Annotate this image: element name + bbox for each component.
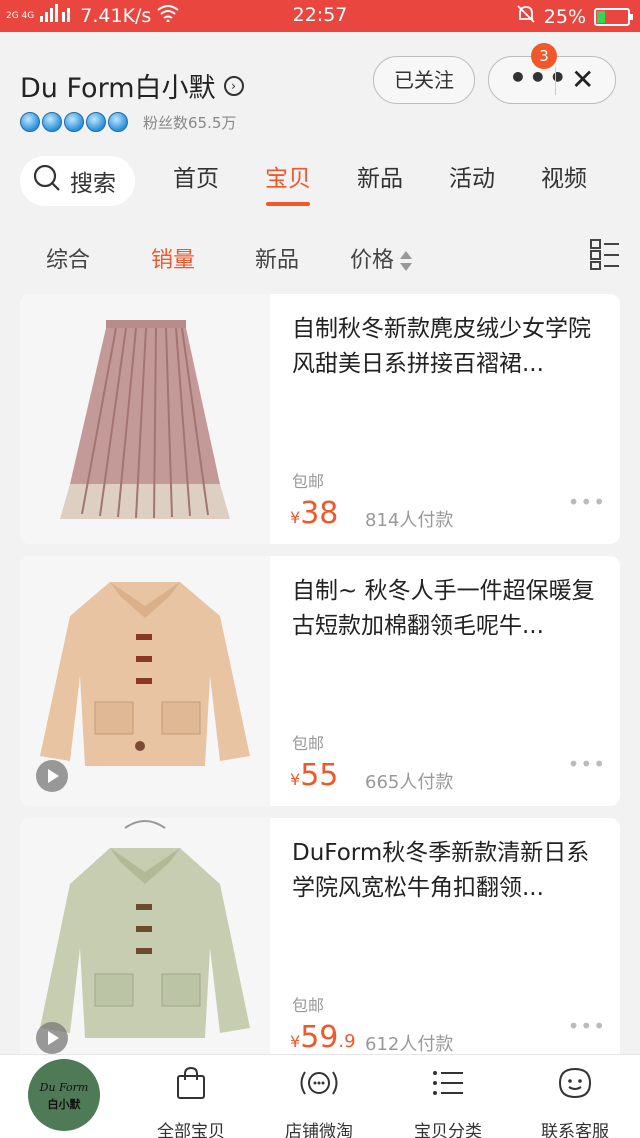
sort-sales[interactable]: 销量 (151, 242, 195, 274)
nav-label: 全部宝贝 (157, 1122, 225, 1138)
list-icon (393, 1063, 503, 1103)
crown-icon (108, 112, 128, 132)
more-options-icon[interactable]: ••• (568, 1014, 606, 1038)
nav-shop-feed[interactable]: 店铺微淘 (264, 1063, 374, 1138)
tab-new[interactable]: 新品 (334, 156, 426, 206)
chevron-right-icon: › (223, 75, 244, 96)
tab-videos[interactable]: 视频 (518, 156, 610, 206)
product-title[interactable]: DuForm秋冬季新款清新日系学院风宽松牛角扣翻领... (292, 836, 598, 906)
shop-name: Du Form白小默 (20, 73, 216, 104)
logo-line-2: 白小默 (47, 1098, 81, 1111)
customer-service-icon (520, 1063, 630, 1103)
tab-activities[interactable]: 活动 (426, 156, 518, 206)
sort-bar: 综合 销量 新品 价格 (0, 224, 640, 288)
nav-label: 联系客服 (541, 1122, 609, 1138)
sort-arrows-icon (400, 250, 413, 272)
shop-logo[interactable]: Du Form 白小默 (28, 1059, 100, 1131)
search-button[interactable]: 搜索 (20, 156, 135, 206)
product-card[interactable]: 自制~ 秋冬人手一件超保暖复古短款加棉翻领毛呢牛... 包邮 ¥55 665人付… (20, 556, 620, 806)
product-image[interactable] (20, 556, 270, 806)
product-image[interactable] (20, 294, 270, 544)
nav-all-products[interactable]: 全部宝贝 (136, 1063, 246, 1138)
divider (555, 67, 556, 95)
mini-program-capsule: ••• 3 ✕ (488, 43, 616, 104)
battery-icon (594, 7, 633, 26)
sold-count: 612人付款 (365, 1034, 454, 1055)
search-icon (32, 163, 62, 199)
nav-categories[interactable]: 宝贝分类 (393, 1063, 503, 1138)
shop-name-link[interactable]: Du Form白小默 › (20, 66, 244, 105)
nav-label: 宝贝分类 (414, 1122, 482, 1138)
shop-tabs: 首页 宝贝 新品 活动 视频 (150, 156, 610, 206)
crown-icon (42, 112, 62, 132)
fans-count: 粉丝数65.5万 (143, 114, 237, 132)
sort-price[interactable]: 价格 (350, 242, 413, 274)
more-options-icon[interactable]: ••• (568, 752, 606, 776)
seller-rating (20, 112, 128, 132)
status-bar: 2G 4G 7.41K/s 22:57 25% (0, 0, 640, 32)
battery-percent: 25% (543, 5, 586, 28)
product-price: ¥38 (290, 496, 339, 531)
crown-icon (20, 112, 40, 132)
shipping-tag: 包邮 (292, 734, 325, 753)
sold-count: 814人付款 (365, 510, 454, 531)
shipping-tag: 包邮 (292, 996, 325, 1015)
follow-button[interactable]: 已关注 (373, 56, 475, 104)
logo-line-1: Du Form (39, 1081, 89, 1094)
product-card[interactable]: DuForm秋冬季新款清新日系学院风宽松牛角扣翻领... 包邮 ¥59.9 61… (20, 818, 620, 1068)
sort-price-label: 价格 (350, 248, 395, 273)
product-title[interactable]: 自制秋冬新款麂皮绒少女学院风甜美日系拼接百褶裙... (292, 312, 598, 382)
nav-customer-service[interactable]: 联系客服 (520, 1063, 630, 1138)
notification-badge: 3 (531, 43, 557, 69)
grid-list-toggle-icon[interactable] (590, 238, 620, 270)
product-price: ¥59.9 (290, 1020, 356, 1055)
sort-new[interactable]: 新品 (255, 242, 299, 274)
broadcast-icon (264, 1063, 374, 1103)
product-title[interactable]: 自制~ 秋冬人手一件超保暖复古短款加棉翻领毛呢牛... (292, 574, 598, 644)
crown-icon (64, 112, 84, 132)
sold-count: 665人付款 (365, 772, 454, 793)
more-menu-icon[interactable]: ••• (509, 64, 569, 92)
tab-products[interactable]: 宝贝 (242, 156, 334, 206)
play-video-icon[interactable] (36, 760, 68, 792)
shopping-bag-icon (136, 1063, 246, 1103)
sort-overall[interactable]: 综合 (46, 242, 90, 274)
play-video-icon[interactable] (36, 1022, 68, 1054)
shop-header: Du Form白小默 › 粉丝数65.5万 已关注 ••• 3 ✕ 搜索 首页 … (0, 32, 640, 224)
bottom-nav: Du Form 白小默 全部宝贝 店铺微淘 宝贝分类 联系客服 (0, 1054, 640, 1138)
search-label: 搜索 (70, 171, 116, 197)
close-icon[interactable]: ✕ (571, 63, 594, 96)
product-image[interactable] (20, 818, 270, 1068)
crown-icon (86, 112, 106, 132)
shipping-tag: 包邮 (292, 472, 325, 491)
mute-bell-icon (516, 4, 536, 29)
more-options-icon[interactable]: ••• (568, 490, 606, 514)
tab-home[interactable]: 首页 (150, 156, 242, 206)
product-price: ¥55 (290, 758, 339, 793)
nav-label: 店铺微淘 (285, 1122, 353, 1138)
product-card[interactable]: 自制秋冬新款麂皮绒少女学院风甜美日系拼接百褶裙... 包邮 ¥38 814人付款… (20, 294, 620, 544)
